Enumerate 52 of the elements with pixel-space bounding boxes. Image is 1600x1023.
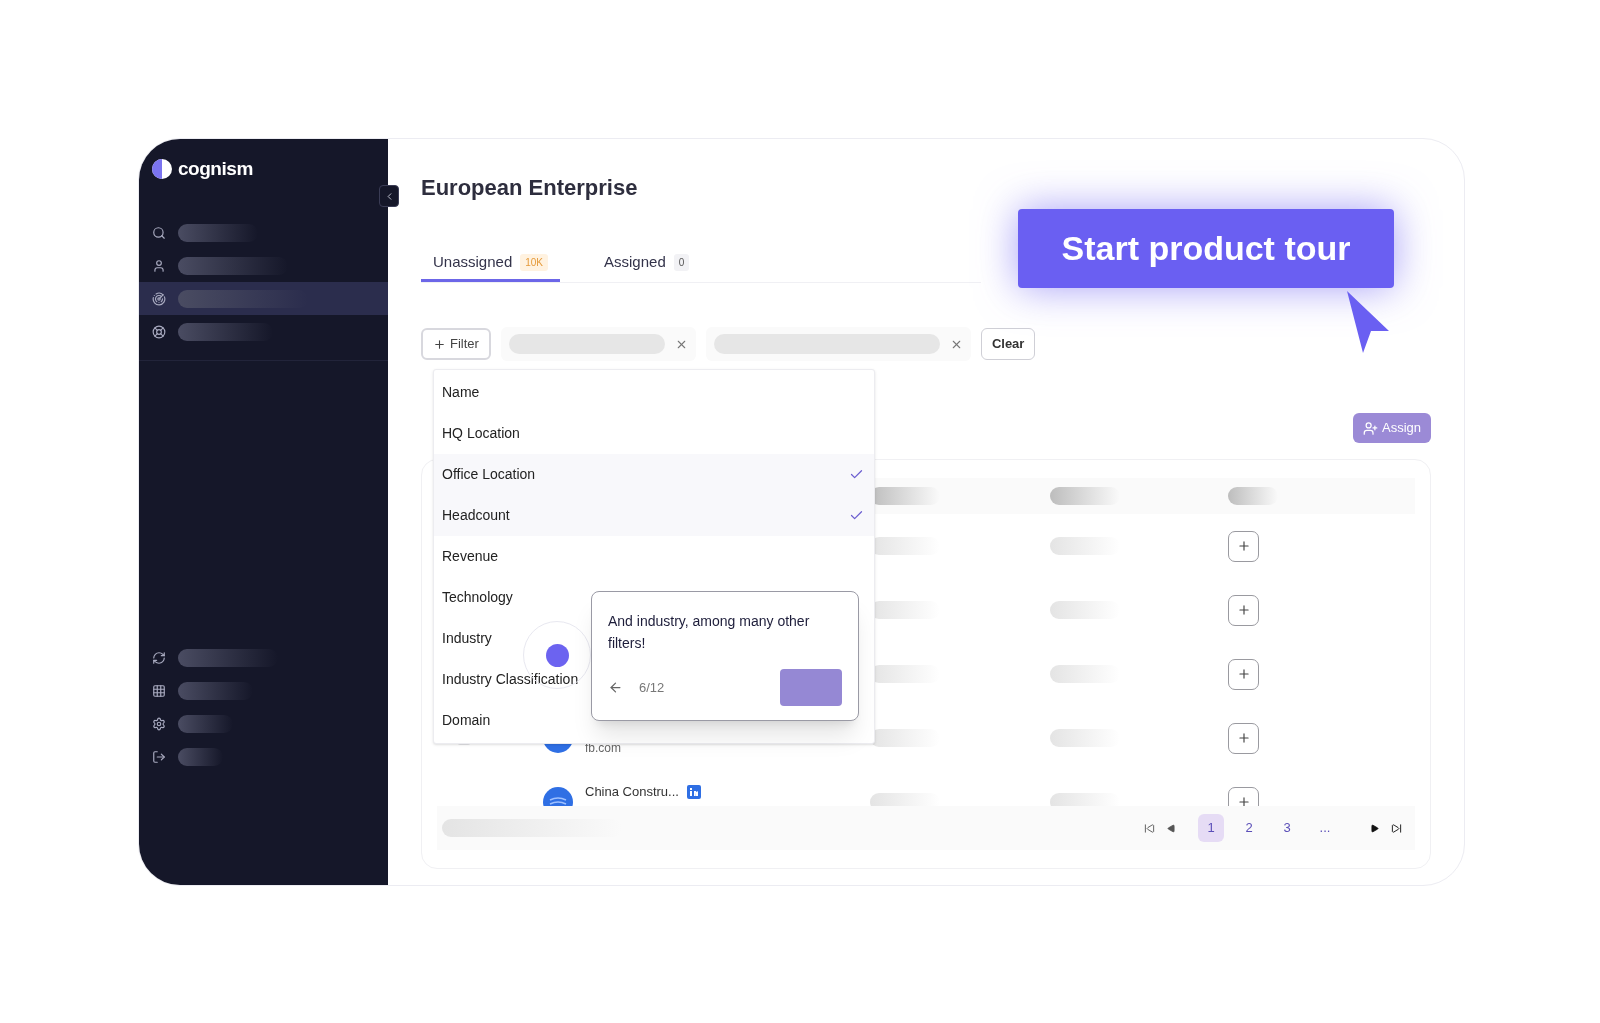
filter-option[interactable]: Office Location <box>434 454 874 495</box>
page-button[interactable]: 3 <box>1274 814 1300 842</box>
tour-button[interactable]: Start product tour <box>1018 209 1394 288</box>
support-icon <box>152 324 166 339</box>
company-name: China Constru... <box>585 783 679 802</box>
step-counter: 6/12 <box>639 678 665 697</box>
filter-option[interactable]: HQ Location <box>434 413 874 454</box>
page-button[interactable]: ... <box>1312 814 1338 842</box>
settings-icon <box>152 716 166 731</box>
radar-icon <box>152 291 166 306</box>
sidebar-item[interactable] <box>139 282 388 315</box>
filter-button[interactable]: Filter <box>421 328 491 360</box>
add-button[interactable] <box>1228 722 1259 754</box>
page-button[interactable]: 2 <box>1236 814 1262 842</box>
add-button[interactable] <box>1228 594 1259 626</box>
clear-button[interactable]: Clear <box>980 328 1036 360</box>
user-icon <box>152 258 166 273</box>
social-badge-icon[interactable] <box>686 785 701 799</box>
previous-page-icon[interactable] <box>1167 823 1176 833</box>
tab[interactable]: Assigned 0 <box>592 246 702 282</box>
tab[interactable]: Unassigned 10K <box>421 246 560 282</box>
count-badge: 10K <box>520 254 548 271</box>
search-icon <box>152 225 166 240</box>
count-badge: 0 <box>673 254 690 271</box>
user-plus-icon <box>1362 420 1378 436</box>
plus-icon <box>1236 667 1251 681</box>
plus-icon <box>1236 731 1251 745</box>
page-button[interactable]: 1 <box>1198 814 1224 842</box>
last-page-icon[interactable] <box>1391 822 1402 834</box>
filter-option[interactable]: Revenue <box>434 536 874 577</box>
page-title: European Enterprise <box>421 174 638 201</box>
tooltip-text: And industry, among many other filters! <box>608 612 811 653</box>
add-button[interactable] <box>1228 658 1259 690</box>
first-page-icon[interactable] <box>1144 822 1155 834</box>
refresh-icon <box>152 650 166 665</box>
placeholder-bar <box>1050 487 1120 505</box>
filter-option[interactable]: Headcount <box>434 495 874 536</box>
plus-icon <box>433 337 446 351</box>
company-domain: fb.com <box>585 740 621 757</box>
brand-name: cognism <box>178 156 253 181</box>
grid-icon <box>152 683 166 698</box>
filter-option[interactable]: Name <box>434 372 874 413</box>
cursor-icon <box>1345 289 1391 355</box>
logout-icon <box>152 749 166 764</box>
plus-icon <box>1236 603 1251 617</box>
plus-icon <box>1236 795 1251 806</box>
collapse-button[interactable] <box>379 185 399 207</box>
next-page-icon[interactable] <box>1370 823 1379 833</box>
logo-icon <box>152 159 172 179</box>
add-button[interactable] <box>1228 530 1259 562</box>
plus-icon <box>1236 539 1251 553</box>
placeholder-bar <box>1228 487 1278 505</box>
